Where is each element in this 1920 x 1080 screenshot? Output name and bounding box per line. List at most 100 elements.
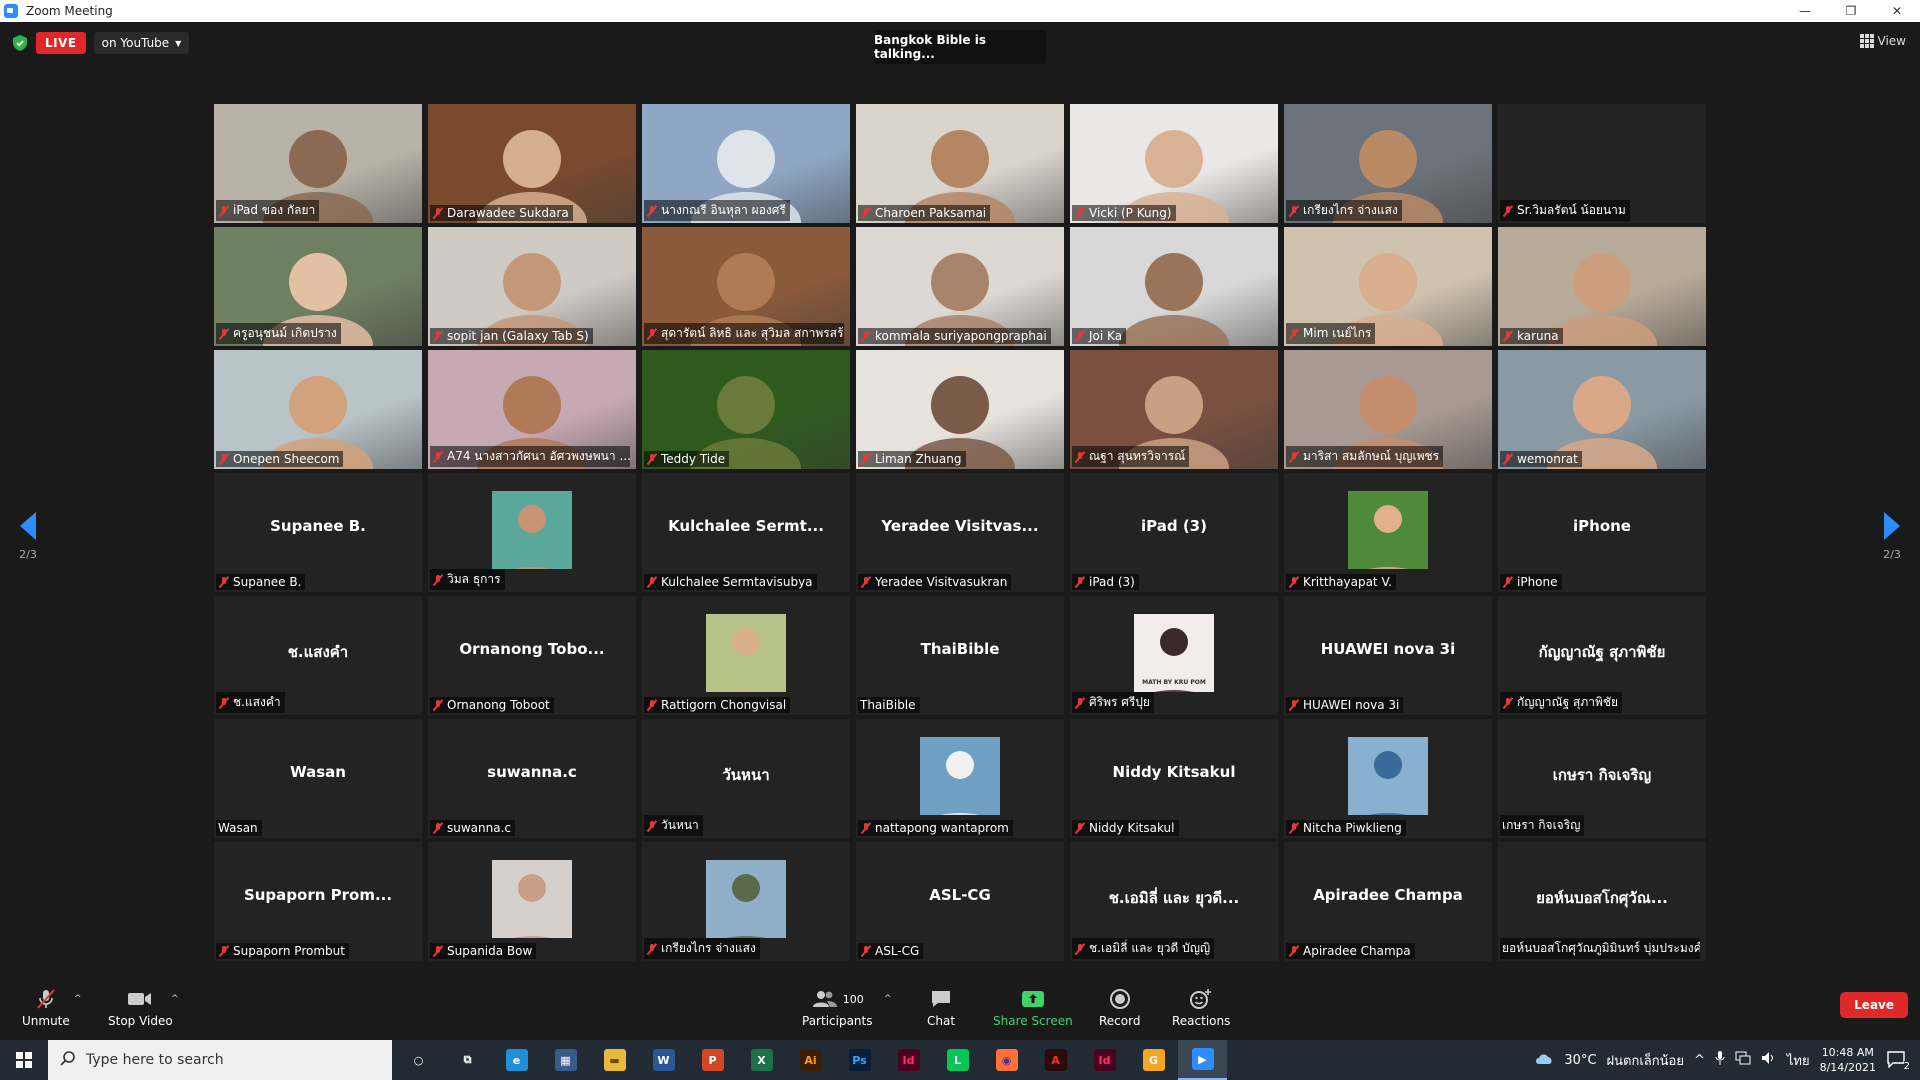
- participant-tile[interactable]: วิมล ธุการ: [428, 473, 636, 592]
- participant-tile[interactable]: karuna: [1498, 227, 1706, 346]
- participant-tile[interactable]: Sr.วิมลรัตน์ น้อยนาม: [1498, 104, 1706, 223]
- excel-icon[interactable]: X: [737, 1040, 786, 1080]
- weather-location[interactable]: ฝนตกเล็กน้อย: [1607, 1050, 1684, 1071]
- participant-tile[interactable]: Charoen Paksamai: [856, 104, 1064, 223]
- chat-button[interactable]: Chat: [927, 988, 955, 1028]
- participant-tile[interactable]: sopit jan (Galaxy Tab S): [428, 227, 636, 346]
- file-explorer-icon[interactable]: ▬: [590, 1040, 639, 1080]
- participant-tile[interactable]: nattapong wantaprom: [856, 719, 1064, 838]
- participant-tile[interactable]: Vicki (P Kung): [1070, 104, 1278, 223]
- participant-tile[interactable]: ณฐา สุนทรวิจารณ์: [1070, 350, 1278, 469]
- next-page-button[interactable]: 2/3: [1872, 512, 1912, 561]
- participant-tile[interactable]: MATH BY KRU POM ศิริพร ศรีปุย: [1070, 596, 1278, 715]
- participant-tile[interactable]: เกษรา กิจเจริญ เกษรา กิจเจริญ: [1498, 719, 1706, 838]
- cortana-icon[interactable]: ○: [394, 1040, 443, 1080]
- powerpoint-icon[interactable]: P: [688, 1040, 737, 1080]
- participant-tile[interactable]: Niddy Kitsakul Niddy Kitsakul: [1070, 719, 1278, 838]
- participant-tile[interactable]: Nitcha Piwklieng: [1284, 719, 1492, 838]
- participant-tile[interactable]: Wasan Wasan: [214, 719, 422, 838]
- calculator-icon[interactable]: ▦: [541, 1040, 590, 1080]
- video-options-caret[interactable]: ^: [171, 994, 179, 1004]
- illustrator-icon[interactable]: Ai: [786, 1040, 835, 1080]
- participant-tile[interactable]: Rattigorn Chongvisal: [642, 596, 850, 715]
- participant-tile[interactable]: ช.เอมิลี่ และ ยุวดี... ช.เอมิลี่ และ ยุวด…: [1070, 842, 1278, 961]
- stop-video-button[interactable]: Stop Video: [108, 988, 173, 1028]
- share-screen-button[interactable]: Share Screen: [993, 988, 1073, 1028]
- audio-options-caret[interactable]: ^: [74, 994, 82, 1004]
- participant-tile[interactable]: มาริสา สมลักษณ์ บุญเพชร: [1284, 350, 1492, 469]
- taskbar-search-box[interactable]: Type here to search: [48, 1040, 392, 1080]
- live-badge[interactable]: LIVE: [36, 32, 86, 54]
- windows-start-icon[interactable]: [0, 1040, 48, 1080]
- participant-tile[interactable]: Apiradee Champa Apiradee Champa: [1284, 842, 1492, 961]
- participant-tile[interactable]: Darawadee Sukdara: [428, 104, 636, 223]
- input-language-indicator[interactable]: ไทย: [1787, 1050, 1810, 1071]
- word-icon[interactable]: W: [639, 1040, 688, 1080]
- participant-tile[interactable]: Mim เนย์ไกร: [1284, 227, 1492, 346]
- view-button[interactable]: View: [1859, 34, 1906, 48]
- record-button[interactable]: Record: [1099, 988, 1140, 1028]
- participant-tile[interactable]: Onepen Sheecom: [214, 350, 422, 469]
- participant-tile[interactable]: Yeradee Visitvas... Yeradee Visitvasukran: [856, 473, 1064, 592]
- participant-tile[interactable]: วันหนา วันหนา: [642, 719, 850, 838]
- participant-tile[interactable]: Supanida Bow: [428, 842, 636, 961]
- live-stream-dropdown[interactable]: on YouTube ▼: [93, 32, 190, 54]
- participant-tile[interactable]: นางกณรี อินหุลา ผองศรี: [642, 104, 850, 223]
- participant-tile[interactable]: Kulchalee Sermt... Kulchalee Sermtavisuby…: [642, 473, 850, 592]
- photoshop-icon[interactable]: Ps: [835, 1040, 884, 1080]
- participant-tile[interactable]: Kritthayapat V.: [1284, 473, 1492, 592]
- participant-tile[interactable]: Supaporn Prom... Supaporn Prombut: [214, 842, 422, 961]
- participant-tile[interactable]: suwanna.c suwanna.c: [428, 719, 636, 838]
- participants-options-caret[interactable]: ^: [884, 994, 892, 1004]
- minimize-button[interactable]: —: [1782, 0, 1828, 22]
- unmute-button[interactable]: Unmute: [22, 988, 70, 1028]
- participant-tile[interactable]: ครูอนุชนม์ เกิดปราง: [214, 227, 422, 346]
- participant-tile[interactable]: A74 นางสาวกัศนา อัศวพงษพนา ...: [428, 350, 636, 469]
- indesign-icon[interactable]: Id: [884, 1040, 933, 1080]
- firefox-icon[interactable]: ◉: [982, 1040, 1031, 1080]
- notification-center-icon[interactable]: 2: [1886, 1050, 1910, 1072]
- participant-tile[interactable]: ช.แสงคำ ช.แสงคำ: [214, 596, 422, 715]
- weather-temperature[interactable]: 30°C: [1564, 1053, 1596, 1068]
- participant-tile[interactable]: iPhone iPhone: [1498, 473, 1706, 592]
- chevron-up-icon[interactable]: ^: [1694, 1053, 1705, 1068]
- participant-tile[interactable]: Joi Ka: [1070, 227, 1278, 346]
- zoom-taskbar-icon[interactable]: ▶: [1178, 1040, 1227, 1080]
- restore-button[interactable]: ❐: [1828, 0, 1874, 22]
- search-icon: [60, 1050, 76, 1070]
- participant-tile[interactable]: Supanee B. Supanee B.: [214, 473, 422, 592]
- participant-tile[interactable]: wemonrat: [1498, 350, 1706, 469]
- indesign-alt-icon[interactable]: Id: [1080, 1040, 1129, 1080]
- participant-tile[interactable]: Liman Zhuang: [856, 350, 1064, 469]
- edge-icon[interactable]: e: [492, 1040, 541, 1080]
- weather-cloud-icon[interactable]: [1534, 1051, 1554, 1069]
- participant-tile[interactable]: สุดารัตน์ ลิหธิ และ สุวิมล สกาพรสร้...: [642, 227, 850, 346]
- task-view-icon[interactable]: ⧉: [443, 1040, 492, 1080]
- participant-tile[interactable]: Teddy Tide: [642, 350, 850, 469]
- participant-tile[interactable]: เกรียงไกร จ่างแสง: [642, 842, 850, 961]
- grammarly-icon[interactable]: G: [1129, 1040, 1178, 1080]
- participant-tile[interactable]: ThaiBible ThaiBible: [856, 596, 1064, 715]
- participant-tile[interactable]: ASL-CG ASL-CG: [856, 842, 1064, 961]
- microphone-tray-icon[interactable]: [1715, 1051, 1725, 1069]
- network-icon[interactable]: [1735, 1051, 1751, 1069]
- participant-tile[interactable]: kommala suriyapongpraphai: [856, 227, 1064, 346]
- participant-tile[interactable]: กัญญาณัฐ สุภาพิชัย กัญญาณัฐ สุภาพิชัย: [1498, 596, 1706, 715]
- volume-icon[interactable]: [1761, 1051, 1777, 1069]
- participant-tile[interactable]: เกรียงไกร จ่างแสง: [1284, 104, 1492, 223]
- close-button[interactable]: ✕: [1874, 0, 1920, 22]
- participant-tile[interactable]: ยอห์นบอสโกศุวัณ... ยอห์นบอสโกศุวัณภูมิมิน…: [1498, 842, 1706, 961]
- line-icon[interactable]: L: [933, 1040, 982, 1080]
- acrobat-icon[interactable]: A: [1031, 1040, 1080, 1080]
- leave-meeting-button[interactable]: Leave: [1840, 992, 1908, 1018]
- participant-tile[interactable]: iPad (3) iPad (3): [1070, 473, 1278, 592]
- participant-tile[interactable]: Ornanong Tobo... Ornanong Toboot: [428, 596, 636, 715]
- profile-picture-caption: MATH BY KRU POM: [1142, 679, 1206, 686]
- participant-tile[interactable]: iPad ของ กัลยา: [214, 104, 422, 223]
- participant-tile[interactable]: HUAWEI nova 3i HUAWEI nova 3i: [1284, 596, 1492, 715]
- encryption-shield-icon[interactable]: [12, 34, 28, 52]
- reactions-button[interactable]: Reactions: [1172, 988, 1230, 1028]
- participants-button[interactable]: 100 Participants: [802, 988, 873, 1028]
- previous-page-button[interactable]: 2/3: [8, 512, 48, 561]
- taskbar-clock[interactable]: 10:48 AM 8/14/2021: [1820, 1045, 1876, 1075]
